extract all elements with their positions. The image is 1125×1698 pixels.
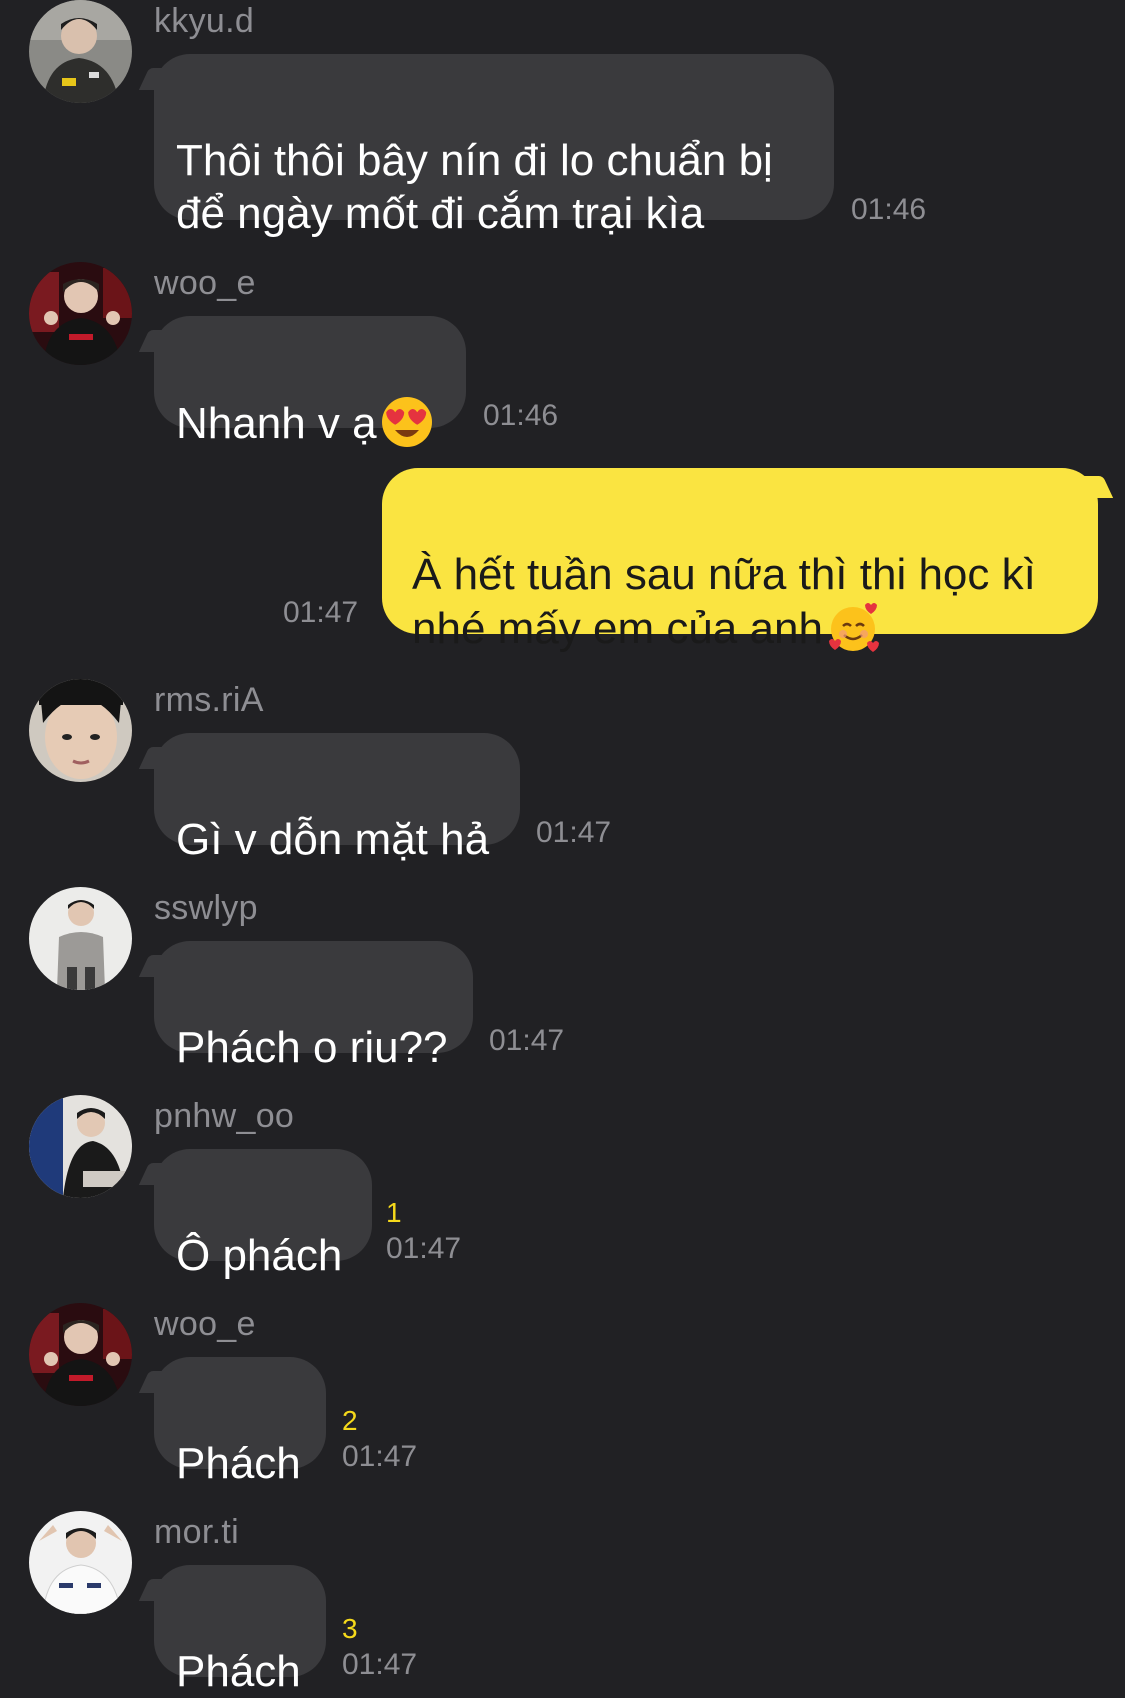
message-time: 01:47 [283, 596, 359, 629]
message-time: 01:46 [483, 399, 559, 432]
avatar[interactable] [29, 887, 132, 990]
profile-photo [29, 1095, 132, 1198]
profile-photo [29, 679, 132, 782]
message-bubble[interactable]: Phách [154, 1565, 326, 1696]
avatar[interactable] [29, 1095, 132, 1198]
sender-name: mor.ti [154, 1513, 239, 1551]
message-time: 01:47 [342, 1440, 418, 1473]
message-text: À hết tuần sau nữa thì thi học kì nhé mấ… [412, 550, 1036, 653]
message-text: Gì v dỗn mặt hả [176, 815, 490, 864]
message-time: 01:47 [536, 816, 612, 849]
avatar[interactable] [29, 679, 132, 782]
message-bubble[interactable]: Gì v dỗn mặt hả [154, 733, 520, 864]
message-time: 01:47 [386, 1232, 462, 1265]
message-time: 01:47 [489, 1024, 565, 1057]
sender-name: woo_e [154, 264, 256, 302]
sender-name: pnhw_oo [154, 1097, 295, 1135]
message-bubble[interactable]: Thôi thôi bây nín đi lo chuẩn bị để ngày… [154, 54, 834, 238]
avatar[interactable] [29, 262, 132, 365]
message-bubble[interactable]: Ô phách [154, 1149, 372, 1280]
message-time: 01:47 [342, 1648, 418, 1681]
message-bubble[interactable]: Phách [154, 1357, 326, 1488]
message-time: 01:46 [851, 193, 927, 226]
unread-count: 2 [342, 1405, 358, 1436]
chat-message-list[interactable]: kkyu.d Thôi thôi bây nín đi lo chuẩn bị … [0, 0, 1125, 1696]
message-text: Phách [176, 1647, 301, 1696]
message-text: Phách [176, 1439, 301, 1488]
message-bubble-outgoing[interactable]: À hết tuần sau nữa thì thi học kì nhé mấ… [382, 468, 1098, 653]
avatar[interactable] [29, 0, 132, 103]
message-bubble[interactable]: Phách o riu?? [154, 941, 473, 1072]
unread-count: 3 [342, 1613, 358, 1644]
profile-photo [29, 1511, 132, 1614]
sender-name: kkyu.d [154, 2, 255, 40]
profile-photo [29, 0, 132, 103]
avatar[interactable] [29, 1511, 132, 1614]
smiling-face-with-hearts-emoji [828, 603, 879, 652]
sender-name: rms.riA [154, 681, 264, 719]
unread-count: 1 [386, 1197, 402, 1228]
sender-name: woo_e [154, 1305, 256, 1343]
message-text: Phách o riu?? [176, 1023, 448, 1072]
message-text: Nhanh v ạ [176, 399, 377, 448]
message-bubble[interactable]: Nhanh v ạ [154, 316, 466, 448]
message-text: Ô phách [176, 1231, 343, 1280]
profile-photo [29, 887, 132, 990]
heart-eyes-emoji [381, 397, 432, 447]
profile-photo [29, 1303, 132, 1406]
profile-photo [29, 262, 132, 365]
avatar[interactable] [29, 1303, 132, 1406]
message-text: Thôi thôi bây nín đi lo chuẩn bị để ngày… [176, 136, 773, 238]
sender-name: sswlyp [154, 889, 258, 927]
